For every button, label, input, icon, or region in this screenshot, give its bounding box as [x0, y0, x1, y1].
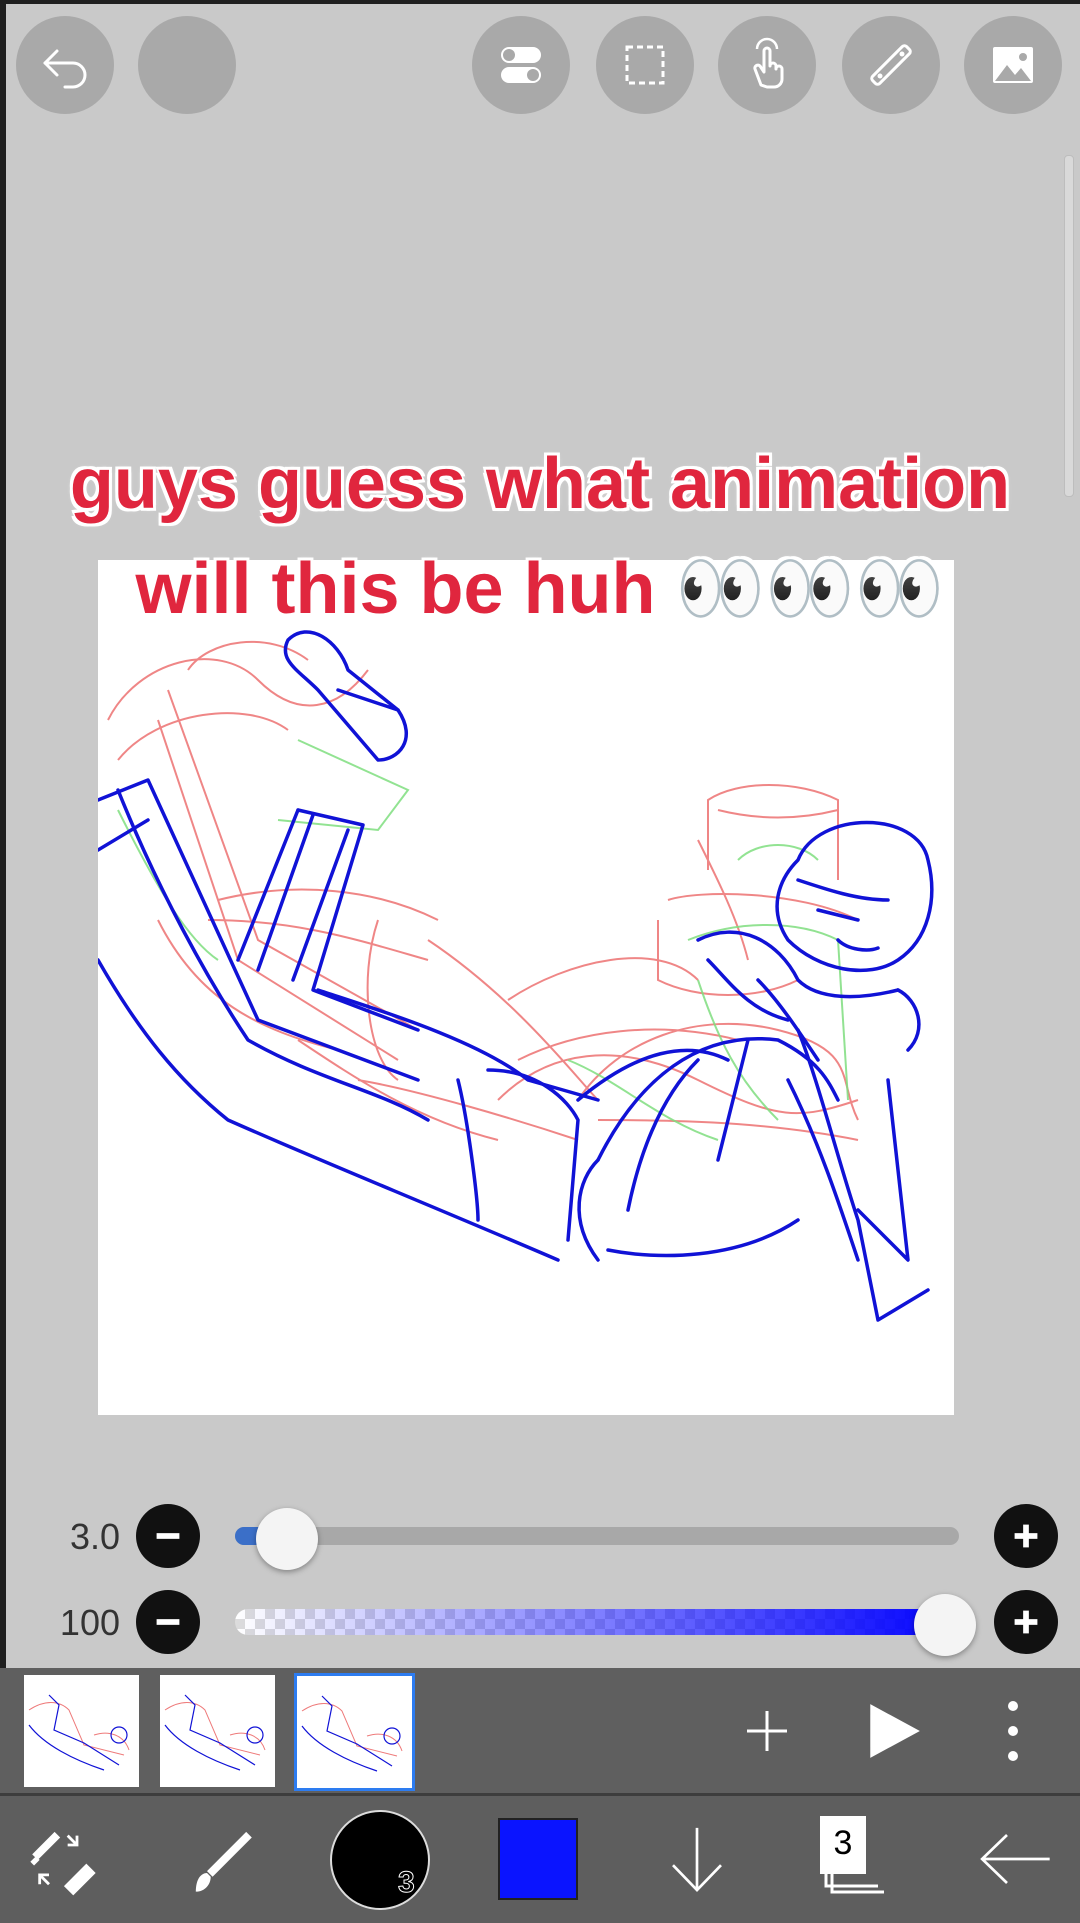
- arrow-left-icon: [980, 1834, 1050, 1884]
- animation-timeline: [0, 1668, 1080, 1793]
- drawing-canvas[interactable]: [98, 560, 954, 1415]
- play-icon: [870, 1704, 920, 1758]
- plus-icon: [747, 1711, 787, 1751]
- brush-icon: [195, 1831, 252, 1892]
- secondary-color-swatch[interactable]: [498, 1818, 578, 1900]
- frame-preview: [301, 1695, 403, 1772]
- brush-size-increase-button[interactable]: [994, 1504, 1058, 1568]
- gesture-button[interactable]: [718, 16, 816, 114]
- canvas-scrollbar[interactable]: [1064, 155, 1074, 497]
- brush-size-value: 3.0: [69, 1516, 120, 1557]
- selection-button[interactable]: [596, 16, 694, 114]
- more-vertical-icon: [1008, 1701, 1018, 1761]
- brush-opacity-slider[interactable]: 100: [0, 1582, 1080, 1662]
- redo-button[interactable]: [138, 16, 236, 114]
- frame-thumbnail-3[interactable]: [294, 1673, 415, 1791]
- toggle-button[interactable]: [472, 16, 570, 114]
- frame-thumbnail-1[interactable]: [22, 1673, 141, 1789]
- image-icon: [993, 47, 1033, 83]
- sketch-drawing: [98, 630, 934, 1322]
- gesture-icon: [753, 37, 784, 89]
- image-button[interactable]: [964, 16, 1062, 114]
- add-frame-button[interactable]: [732, 1696, 802, 1766]
- undo-button[interactable]: [16, 16, 114, 114]
- brush-opacity-value: 100: [59, 1602, 120, 1643]
- toggle-icon: [501, 47, 541, 83]
- plus-icon: [1014, 1610, 1038, 1634]
- minus-icon: [156, 1619, 180, 1625]
- selection-icon: [625, 45, 665, 85]
- opacity-thumb[interactable]: [914, 1594, 976, 1656]
- opacity-decrease-button[interactable]: [136, 1590, 200, 1654]
- tool-switch-button[interactable]: [18, 1814, 108, 1904]
- brush-size-thumb[interactable]: [256, 1508, 318, 1570]
- caption-line-2: will this be huh 👀👀👀: [135, 549, 946, 629]
- screen-top-edge: [0, 0, 1080, 4]
- frame-thumbnail-2[interactable]: [158, 1673, 277, 1789]
- brush-size-slider[interactable]: 3.0: [0, 1496, 1080, 1576]
- frame-preview: [164, 1694, 266, 1771]
- brush-size-decrease-button[interactable]: [136, 1504, 200, 1568]
- back-button[interactable]: [970, 1814, 1060, 1904]
- undo-icon: [43, 49, 87, 89]
- opacity-increase-button[interactable]: [994, 1590, 1058, 1654]
- brush-size-track[interactable]: [235, 1527, 959, 1545]
- brush-size-badge: 3: [398, 1866, 416, 1900]
- plus-icon: [1014, 1524, 1038, 1548]
- brush-eraser-switch-icon: [30, 1831, 96, 1896]
- brush-tool-button[interactable]: [176, 1814, 266, 1904]
- arrow-down-icon: [672, 1827, 722, 1893]
- opacity-track[interactable]: [235, 1609, 959, 1635]
- frame-preview: [28, 1694, 130, 1771]
- layers-count: 3: [833, 1824, 853, 1862]
- minus-icon: [156, 1533, 180, 1539]
- caption-line-1: guys guess what animation: [69, 444, 1011, 524]
- download-layer-button[interactable]: [652, 1814, 742, 1904]
- timeline-menu-button[interactable]: [988, 1696, 1038, 1766]
- bottom-toolbar: 3 3: [0, 1793, 1080, 1923]
- primary-color-picker[interactable]: [330, 1810, 430, 1910]
- layers-button[interactable]: 3: [820, 1810, 890, 1900]
- play-button[interactable]: [858, 1696, 928, 1766]
- ruler-button[interactable]: [842, 16, 940, 114]
- ruler-icon: [870, 44, 912, 86]
- redo-icon: [157, 35, 217, 95]
